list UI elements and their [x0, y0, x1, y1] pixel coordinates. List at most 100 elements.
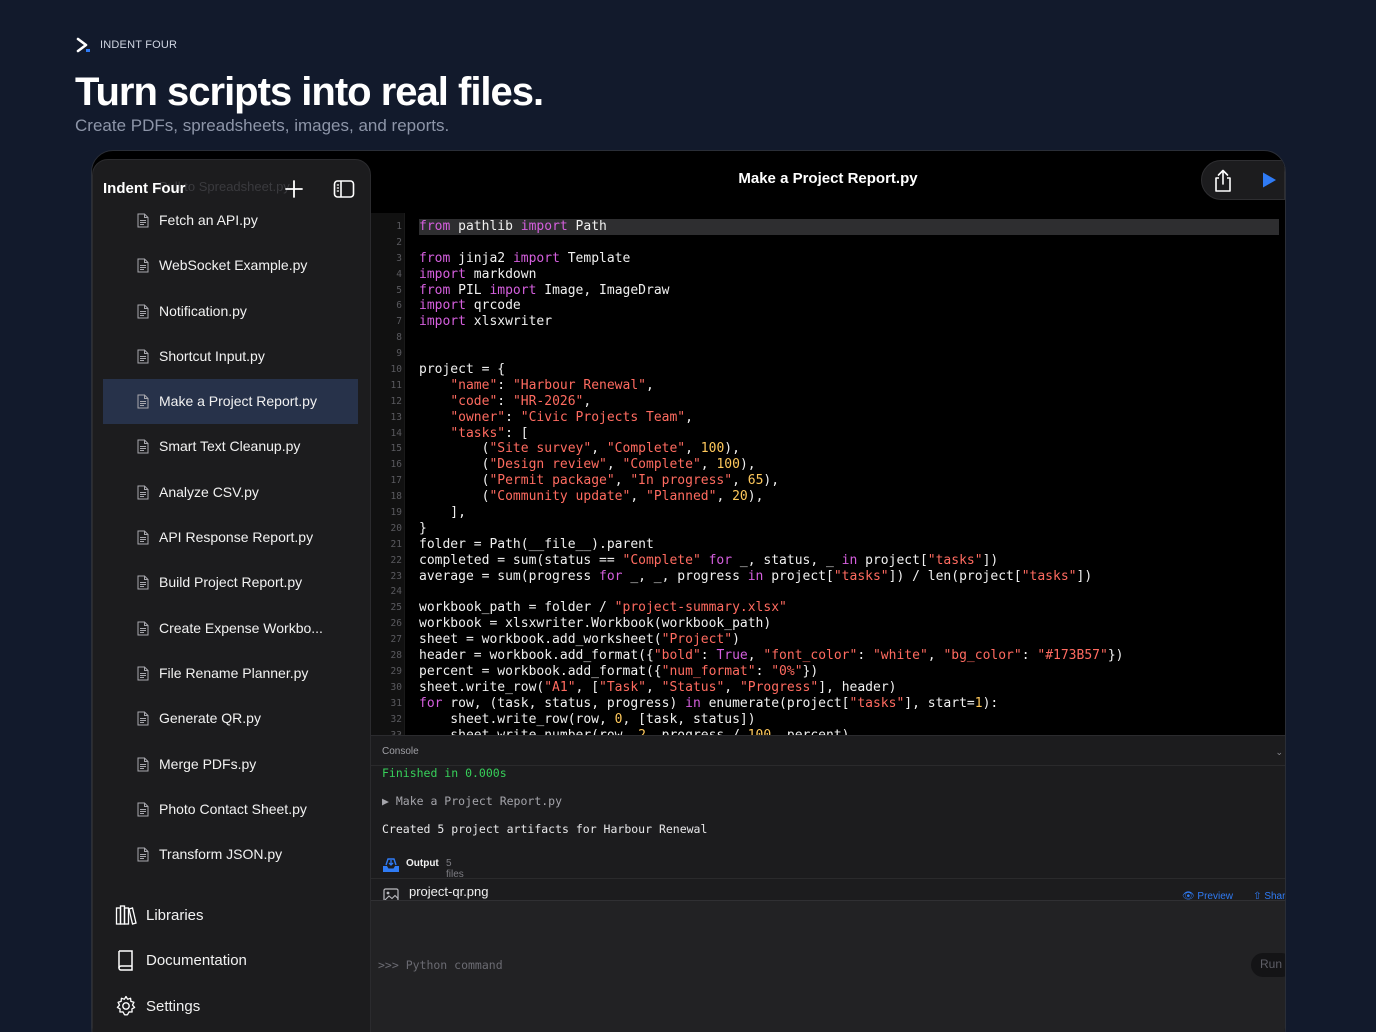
code-token: "Design review": [489, 457, 607, 473]
code-token: sheet.write_row(: [419, 679, 545, 695]
sidebar-item-label: Photo Contact Sheet.py: [159, 800, 307, 817]
line-number: 25: [390, 602, 402, 614]
sidebar-item-script[interactable]: Merge PDFs.py: [103, 742, 358, 787]
code-line: 8: [371, 330, 1285, 346]
sidebar-item-script[interactable]: File Rename Planner.py: [103, 651, 358, 696]
code-text: percent = workbook.add_format({"num_form…: [419, 664, 1279, 680]
code-token: (: [419, 457, 490, 473]
code-token: "name": [450, 377, 498, 393]
editor-toolbar: Make a Project Report.py: [371, 151, 1285, 211]
code-text: workbook_path = folder / "project-summar…: [419, 600, 1279, 616]
code-token: pathlib: [450, 219, 521, 234]
console-header[interactable]: Console ⌄: [371, 736, 1285, 766]
code-token: "#173B57": [1037, 648, 1108, 664]
code-text: ],: [419, 505, 1279, 521]
code-token: average = sum(progress: [419, 568, 600, 584]
code-token: sheet.write_number(row,: [419, 727, 639, 736]
line-number: 11: [390, 379, 402, 391]
document-icon: [137, 213, 149, 228]
line-number: 27: [390, 634, 402, 646]
document-icon: [137, 666, 149, 681]
sidebar-item-script[interactable]: Fetch an API.py: [103, 198, 358, 243]
code-token: import: [520, 219, 568, 234]
code-token: "tasks": [450, 425, 506, 441]
output-file-item[interactable]: project-qr.png 👁 Preview ⇧ Share: [371, 878, 1285, 902]
code-token: completed = sum(status ==: [419, 552, 623, 568]
sidebar-item-script[interactable]: API Response Report.py: [103, 515, 358, 560]
sidebar-item-script[interactable]: Make a Project Report.py: [103, 379, 358, 425]
python-command-input[interactable]: >>> Python command: [378, 958, 503, 972]
code-token: ,: [591, 441, 607, 457]
sidebar-item-script[interactable]: Analyze CSV.py: [103, 470, 358, 515]
sidebar-nav-book[interactable]: Documentation: [115, 939, 355, 984]
document-icon: [137, 304, 149, 319]
sidebar-item-script[interactable]: Generate QR.py: [103, 696, 358, 741]
line-number: 5: [396, 284, 402, 296]
sidebar-item-label: Analyze CSV.py: [159, 483, 259, 500]
code-line: 10 project = {: [371, 362, 1285, 378]
code-line: 29 percent = workbook.add_format({"num_fo…: [371, 664, 1285, 680]
console-panel: Console ⌄ Finished in 0.000s ▶ Make a Pr…: [371, 735, 1285, 902]
line-number: 8: [396, 332, 402, 344]
code-text: ("Site survey", "Complete", 100),: [419, 441, 1279, 457]
run-icon[interactable]: [1260, 171, 1278, 189]
code-editor[interactable]: 1 from pathlib import Path 2 3 from jinja2 …: [371, 213, 1285, 735]
code-token: :: [755, 663, 772, 679]
toggle-sidebar-icon[interactable]: [333, 179, 355, 199]
sidebar-item-script[interactable]: Transform JSON.py: [103, 832, 358, 877]
code-text: folder = Path(__file__).parent: [419, 537, 1279, 553]
code-token: :: [857, 648, 873, 664]
sidebar-item-script[interactable]: Smart Text Cleanup.py: [103, 424, 358, 469]
code-lines: 1 from pathlib import Path 2 3 from jinja2 …: [371, 219, 1285, 735]
books-icon: [115, 904, 137, 926]
code-token: (: [419, 489, 490, 505]
code-token: "Site survey": [489, 441, 592, 457]
line-number: 19: [390, 507, 402, 519]
code-token: ,: [685, 409, 693, 425]
line-number: 2: [396, 236, 402, 248]
share-icon[interactable]: [1212, 169, 1234, 193]
sidebar-item-script[interactable]: Build Project Report.py: [103, 560, 358, 605]
code-token: ]) / len(project[: [888, 568, 1022, 584]
output-file-name: project-qr.png: [409, 884, 489, 899]
code-text: sheet.write_row(row, 0, [task, status]): [419, 712, 1279, 728]
run-script-disclosure[interactable]: ▶ Make a Project Report.py: [382, 794, 562, 808]
code-token: PIL: [450, 282, 490, 298]
code-token: ),: [747, 489, 764, 505]
sidebar-nav-gear[interactable]: Settings: [115, 985, 355, 1030]
add-script-button[interactable]: [283, 178, 305, 200]
code-token: "HR-2026": [512, 393, 584, 409]
code-token: "Complete": [622, 457, 701, 473]
chevron-down-icon[interactable]: ⌄: [1275, 747, 1283, 758]
code-token: markdown: [465, 266, 537, 282]
sidebar-item-label: Generate QR.py: [159, 710, 261, 727]
code-token: }: [419, 520, 427, 536]
code-token: ]): [982, 552, 999, 568]
sidebar-nav-label: Documentation: [146, 952, 247, 970]
sidebar-item-script[interactable]: Create Expense Workbo...: [103, 606, 358, 651]
brand-logo-icon: [76, 37, 90, 53]
line-number: 33: [390, 729, 402, 736]
code-token: enumerate(project[: [700, 695, 850, 711]
sidebar-item-script[interactable]: Photo Contact Sheet.py: [103, 787, 358, 832]
sidebar-item-script[interactable]: Shortcut Input.py: [103, 334, 358, 379]
sidebar-nav-books[interactable]: Libraries: [115, 894, 355, 939]
code-token: , percent): [771, 727, 850, 736]
code-token: :: [505, 409, 521, 425]
code-token: ]): [1076, 568, 1093, 584]
code-text: ("Permit package", "In progress", 65),: [419, 473, 1279, 489]
code-token: }): [1107, 648, 1124, 664]
code-line: 18 ("Community update", "Planned", 20),: [371, 489, 1285, 505]
sidebar-item-script[interactable]: WebSocket Example.py: [103, 243, 358, 288]
code-token: import: [489, 282, 537, 298]
document-icon: [137, 485, 149, 500]
code-line: 26 workbook = xlsxwriter.Workbook(workboo…: [371, 616, 1285, 632]
sidebar-item-script[interactable]: Notification.py: [103, 289, 358, 334]
sidebar-item-label: Fetch an API.py: [159, 212, 258, 228]
code-token: "bg_color": [943, 648, 1022, 664]
app-window: Pull to Spreadsheet.py Indent Four Fetch…: [91, 150, 1286, 1032]
repl-run-button[interactable]: Run: [1251, 953, 1285, 977]
code-token: "Task": [599, 679, 646, 695]
